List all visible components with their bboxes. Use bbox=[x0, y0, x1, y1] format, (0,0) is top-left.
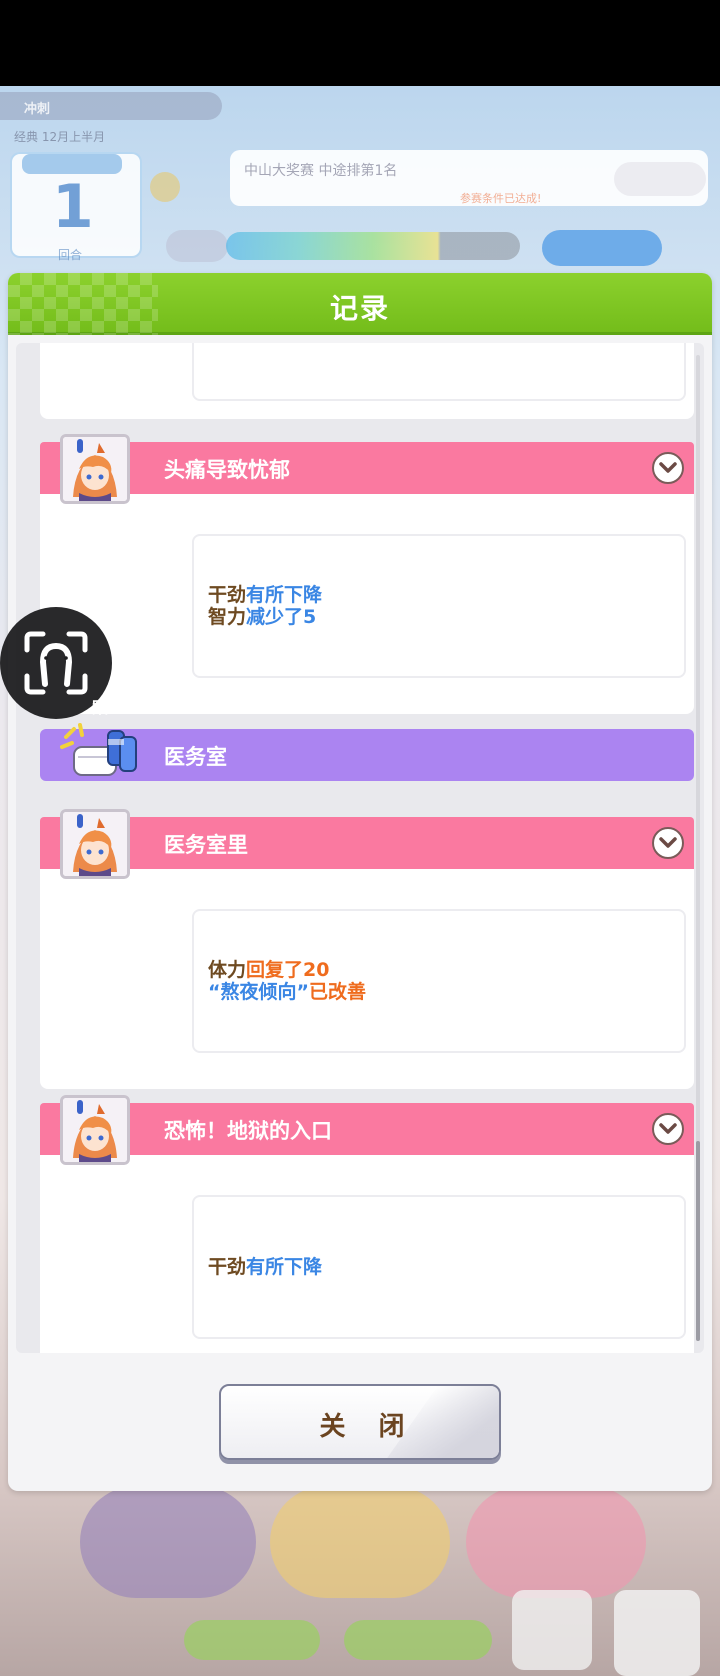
effect-stat: 体力 bbox=[208, 959, 247, 981]
bg-rest-pill bbox=[184, 1620, 320, 1660]
log-entry-previous bbox=[40, 343, 694, 419]
effect-box: 体力回复了20 “熬夜倾向”已改善 bbox=[192, 909, 686, 1053]
log-entry: 头痛导致忧郁 干劲有所下降 智力减少了5 bbox=[40, 434, 694, 714]
log-dialog: 记录 头痛导致忧郁 干劲有所下降 智力减少了5 医务室 医务室里 体力回复了20… bbox=[8, 273, 712, 1491]
bg-turn-unit: 回合 bbox=[58, 248, 83, 262]
effect-stat: 干劲 bbox=[208, 584, 247, 606]
effect-line: 智力减少了5 bbox=[208, 606, 316, 628]
dialog-title: 记录 bbox=[329, 292, 390, 325]
log-list[interactable]: 头痛导致忧郁 干劲有所下降 智力减少了5 医务室 医务室里 体力回复了20 “熬… bbox=[16, 343, 704, 1353]
effect-line: 干劲有所下降 bbox=[208, 1256, 322, 1278]
bg-period-sub: 经典 12月上半月 bbox=[14, 130, 106, 144]
bg-period-tab-label: 冲刺 bbox=[24, 102, 51, 117]
effect-line: “熬夜倾向”已改善 bbox=[208, 981, 366, 1003]
peek-text: 案 bbox=[92, 698, 109, 717]
bg-turn-number: 1 bbox=[52, 172, 94, 242]
event-title: 恐怖！地狱的入口 bbox=[164, 1119, 332, 1143]
close-button[interactable]: 关 闭 bbox=[219, 1384, 501, 1460]
effect-box: 干劲有所下降 智力减少了5 bbox=[192, 534, 686, 678]
chevron-down-icon[interactable] bbox=[652, 1113, 684, 1145]
character-portrait-icon bbox=[60, 1095, 130, 1165]
event-title: 头痛导致忧郁 bbox=[164, 458, 290, 482]
bg-mood-label bbox=[166, 230, 228, 262]
status-bar-area bbox=[0, 0, 720, 86]
character-portrait-icon bbox=[60, 434, 130, 504]
effect-change: 有所下降 bbox=[246, 584, 323, 606]
bg-race-button bbox=[466, 1486, 646, 1598]
chevron-down-icon[interactable] bbox=[652, 827, 684, 859]
bg-character-button bbox=[512, 1590, 592, 1670]
infirmary-icon bbox=[56, 717, 146, 787]
effect-change: 回复了20 bbox=[246, 959, 330, 981]
bg-goal-text: 中山大奖赛 中途排第1名 bbox=[244, 163, 398, 179]
effect-change: 已改善 bbox=[308, 981, 366, 1003]
effect-box: 干劲有所下降 bbox=[192, 1195, 686, 1339]
bg-goal-badge-icon bbox=[150, 172, 180, 202]
scrollbar-thumb[interactable] bbox=[696, 1141, 700, 1341]
event-bar[interactable]: 医务室里 bbox=[40, 817, 694, 869]
bg-goal-sub: 参赛条件已达成! bbox=[460, 192, 542, 205]
horseshoe-icon bbox=[24, 631, 88, 695]
effect-status: “熬夜倾向” bbox=[208, 981, 309, 1003]
effect-line: 干劲有所下降 bbox=[208, 584, 322, 606]
location-label: 医务室 bbox=[164, 745, 227, 769]
log-entry: 恐怖！地狱的入口 干劲有所下降 bbox=[40, 1095, 694, 1353]
effect-change: 有所下降 bbox=[246, 1256, 323, 1278]
bg-menu-button bbox=[614, 1590, 700, 1676]
effect-box bbox=[192, 343, 686, 401]
event-title: 医务室里 bbox=[164, 833, 248, 857]
bg-turn-head bbox=[22, 154, 122, 174]
effect-stat: 干劲 bbox=[208, 1256, 247, 1278]
bg-outing-pill bbox=[344, 1620, 492, 1660]
bg-goal-button bbox=[614, 162, 706, 196]
effect-line: 体力回复了20 bbox=[208, 959, 329, 981]
event-bar[interactable]: 恐怖！地狱的入口 bbox=[40, 1103, 694, 1155]
dialog-header: 记录 bbox=[8, 273, 712, 335]
bg-outing-button bbox=[270, 1486, 450, 1598]
bg-plan-button bbox=[542, 230, 662, 266]
bg-mood-bar bbox=[226, 232, 520, 260]
chevron-down-icon[interactable] bbox=[652, 452, 684, 484]
location-bar: 医务室 bbox=[40, 723, 694, 781]
effect-change: 减少了5 bbox=[246, 606, 317, 628]
log-entry: 医务室里 体力回复了20 “熬夜倾向”已改善 bbox=[40, 809, 694, 1089]
character-portrait-icon bbox=[60, 809, 130, 879]
close-button-label: 关 闭 bbox=[319, 1412, 417, 1442]
effect-stat: 智力 bbox=[208, 606, 247, 628]
event-bar[interactable]: 头痛导致忧郁 bbox=[40, 442, 694, 494]
bg-infirmary-button bbox=[80, 1486, 256, 1598]
